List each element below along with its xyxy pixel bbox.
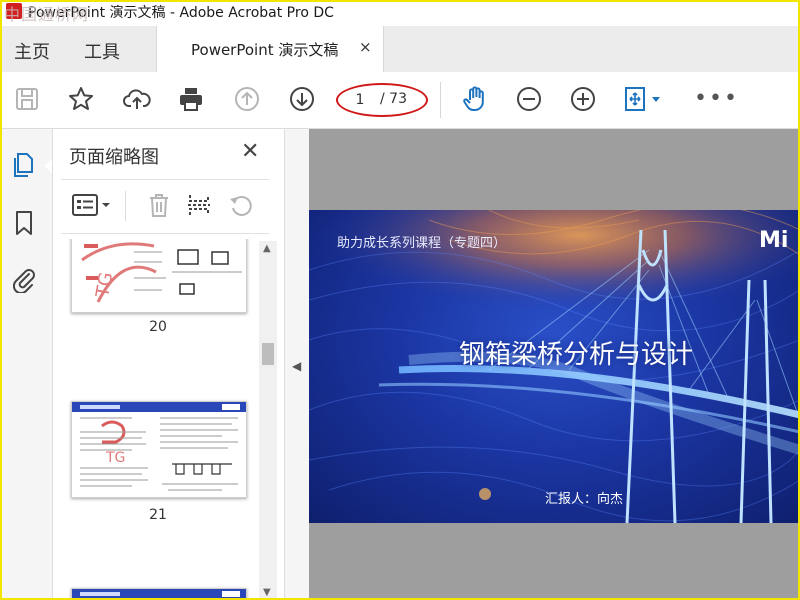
thumbnail-page-20[interactable]: TG (71, 239, 247, 313)
close-panel-icon[interactable]: ✕ (241, 139, 259, 164)
thumbnail-page-number: 21 (149, 507, 167, 523)
thumbnails-panel-title: 页面缩略图 (69, 147, 159, 168)
tab-bar: 主页 工具 PowerPoint 演示文稿 × (0, 26, 800, 73)
watermark: 中国通桥网 (4, 5, 90, 24)
scroll-up-icon[interactable]: ▲ (263, 243, 271, 254)
thumbnail-list: TG 20 TG 21 (53, 239, 259, 600)
close-tab-icon[interactable]: × (359, 38, 372, 56)
scroll-down-icon[interactable]: ▼ (263, 587, 271, 598)
page-thumbnails-icon[interactable] (10, 151, 38, 179)
page-up-icon[interactable] (232, 84, 262, 114)
slide-logo: Mi (759, 228, 789, 253)
hand-tool-icon[interactable] (460, 84, 490, 114)
thumbnail-options-icon[interactable] (71, 191, 113, 219)
cloud-upload-icon[interactable] (122, 84, 152, 114)
panel-collapse-bar[interactable]: ◀ (284, 129, 310, 600)
thumbnail-page-21[interactable]: TG (71, 401, 247, 498)
bookmarks-icon[interactable] (10, 209, 38, 237)
thumbnail-page-number: 20 (149, 319, 167, 335)
more-icon[interactable]: ••• (694, 86, 739, 111)
thumbnail-scrollbar[interactable]: ▲ ▼ (259, 241, 277, 600)
svg-text:TG: TG (92, 271, 117, 300)
annotation-circle (336, 83, 428, 117)
tools-divider (125, 191, 126, 221)
page-down-icon[interactable] (287, 84, 317, 114)
document-view[interactable]: Mi 助力成长系列课程（专题四） 钢箱梁桥分析与设计 汇报人：向杰 (309, 129, 800, 600)
delete-icon[interactable] (145, 191, 173, 219)
fit-page-icon[interactable] (622, 84, 668, 114)
tab-document[interactable]: PowerPoint 演示文稿 × (156, 26, 384, 72)
collapse-left-icon[interactable]: ◀ (292, 359, 301, 373)
print-icon[interactable] (176, 84, 206, 114)
thumbnails-panel: 页面缩略图 ✕ TG 20 TG 21 ▲ ▼ (53, 129, 283, 600)
zoom-out-icon[interactable] (514, 84, 544, 114)
slide-subtitle: 助力成长系列课程（专题四） (337, 236, 507, 251)
thumbnails-toolbar (53, 185, 283, 229)
slide-title: 钢箱梁桥分析与设计 (459, 340, 694, 370)
tab-tools[interactable]: 工具 (84, 38, 120, 64)
save-icon[interactable] (12, 84, 42, 114)
extract-pages-icon[interactable] (185, 191, 213, 219)
panel-divider (61, 233, 269, 234)
page-navigator: / 73 (336, 83, 428, 117)
rotate-icon[interactable] (227, 191, 255, 219)
zoom-in-icon[interactable] (568, 84, 598, 114)
toolbar-divider (440, 82, 441, 118)
tab-home[interactable]: 主页 (14, 38, 50, 64)
attachments-icon[interactable] (10, 265, 38, 295)
panel-divider (61, 179, 269, 180)
scrollbar-thumb[interactable] (262, 343, 274, 365)
svg-text:TG: TG (105, 450, 125, 466)
title-bar: PowerPoint 演示文稿 - Adobe Acrobat Pro DC 中… (0, 0, 800, 26)
main-toolbar: / 73 ••• (0, 72, 800, 129)
active-panel-indicator (44, 159, 52, 173)
document-tab-label: PowerPoint 演示文稿 (191, 41, 339, 59)
bookmark-star-icon[interactable] (66, 84, 96, 114)
left-navigation-strip (0, 129, 53, 600)
slide-page-1: Mi 助力成长系列课程（专题四） 钢箱梁桥分析与设计 汇报人：向杰 (309, 210, 800, 523)
slide-presenter: 汇报人：向杰 (545, 492, 624, 507)
thumbnail-page-22[interactable] (71, 588, 247, 600)
